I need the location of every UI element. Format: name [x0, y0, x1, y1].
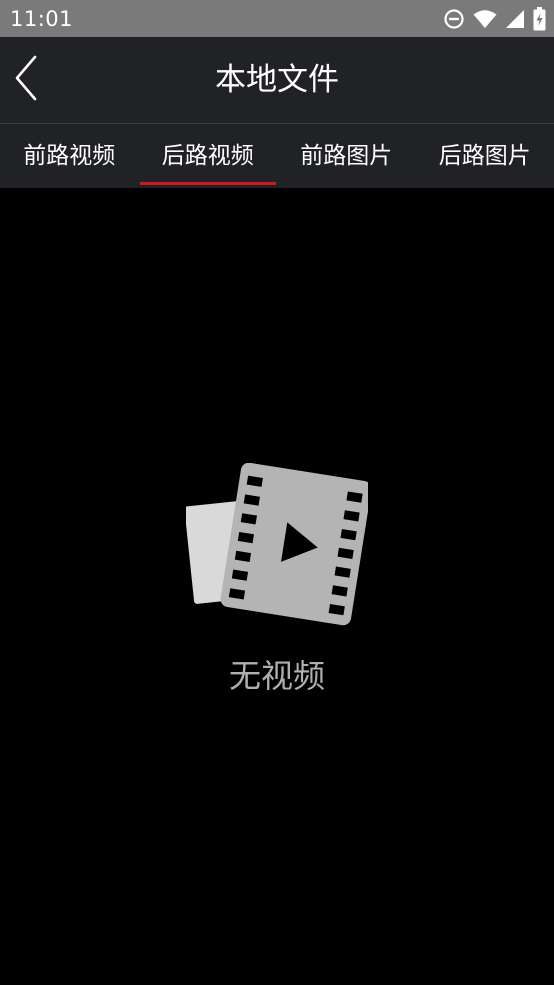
tab-bar: 前路视频 后路视频 前路图片 后路图片 — [0, 124, 554, 188]
page-title: 本地文件 — [215, 62, 339, 98]
tab-label: 后路视频 — [161, 143, 254, 169]
video-film-icon — [184, 462, 372, 626]
tab-front-video[interactable]: 前路视频 — [0, 124, 139, 188]
tab-front-photo[interactable]: 前路图片 — [277, 124, 416, 188]
tab-label: 前路图片 — [300, 143, 393, 169]
screen: 11:01 本地文件 前路视频 后路视频 前路图片 后路图片 无视频 — [0, 0, 554, 985]
status-icons — [443, 6, 546, 32]
status-time: 11:01 — [10, 7, 74, 31]
title-bar: 本地文件 — [0, 37, 554, 123]
tab-label: 前路视频 — [23, 143, 116, 169]
tab-rear-video[interactable]: 后路视频 — [139, 124, 278, 188]
empty-message: 无视频 — [228, 657, 325, 695]
status-bar: 11:01 — [0, 0, 554, 37]
tab-rear-photo[interactable]: 后路图片 — [416, 124, 554, 188]
do-not-disturb-icon — [443, 8, 465, 30]
signal-icon — [505, 9, 525, 29]
wifi-icon — [473, 9, 497, 29]
empty-state: 无视频 — [0, 188, 554, 985]
battery-charging-icon — [533, 7, 546, 31]
tab-label: 后路图片 — [438, 143, 531, 169]
tab-selected-indicator — [139, 182, 276, 185]
